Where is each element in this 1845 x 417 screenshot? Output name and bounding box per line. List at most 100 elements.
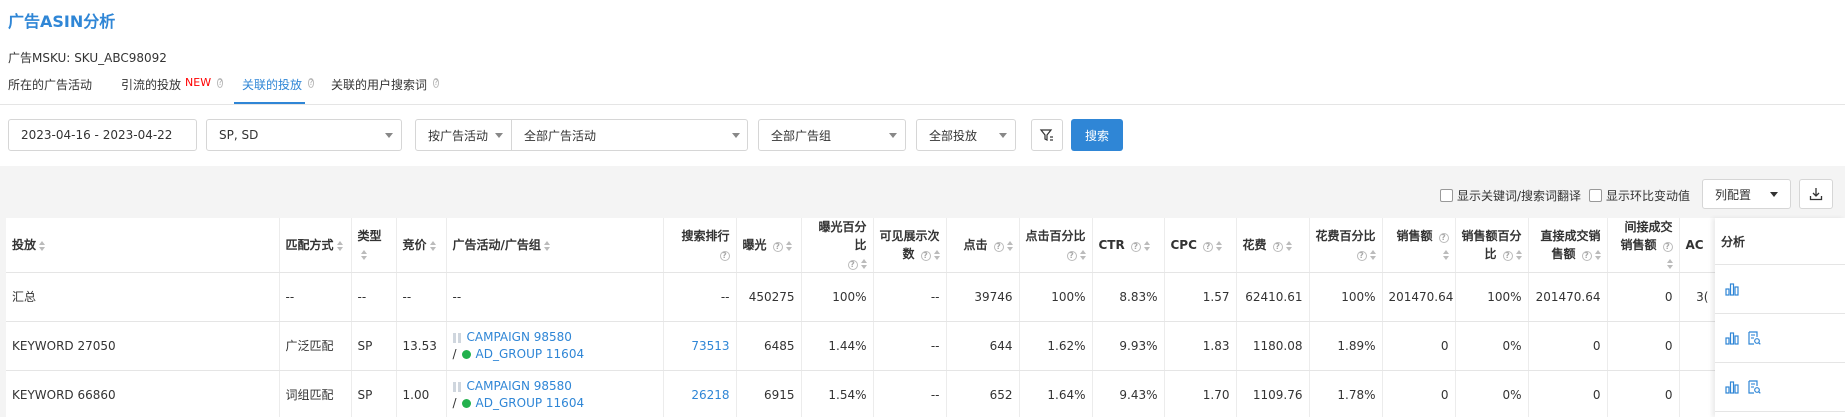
sort-icon[interactable] (1006, 240, 1013, 251)
date-range-picker[interactable]: 2023-04-16 - 2023-04-22 (8, 119, 197, 151)
help-icon[interactable]: ? (1438, 233, 1449, 243)
sort-icon[interactable] (1215, 240, 1222, 251)
col-header-campaign-group[interactable]: 广告活动/广告组 (446, 218, 664, 273)
report-search-icon[interactable] (1747, 380, 1761, 394)
help-icon[interactable]: ? (433, 78, 440, 88)
sort-icon[interactable] (1079, 249, 1086, 260)
col-header-bid[interactable]: 竞价 (396, 218, 447, 273)
ad-type-select[interactable]: SP, SD (206, 119, 402, 151)
col-header-direct-sales[interactable]: 直接成交销售额? (1528, 218, 1608, 273)
col-header-clicks-pct[interactable]: 点击百分比? (1019, 218, 1093, 273)
help-icon[interactable]: ? (847, 260, 858, 270)
report-search-icon[interactable] (1747, 331, 1761, 345)
help-icon[interactable]: ? (920, 251, 931, 261)
sort-icon[interactable] (429, 240, 436, 251)
tab-search-terms[interactable]: 关联的用户搜索词 ? (323, 76, 440, 104)
targeting-select[interactable]: 全部投放 (916, 119, 1016, 151)
help-icon[interactable]: ? (993, 242, 1004, 252)
show-translation-checkbox[interactable] (1440, 188, 1453, 202)
cell-spend: 1109.76 (1236, 370, 1310, 417)
tab-traffic-targeting[interactable]: 引流的投放 NEW ? (113, 76, 224, 104)
show-change-option[interactable]: 显示环比变动值 (1589, 187, 1690, 204)
col-header-search-rank[interactable]: 搜索排行? (663, 218, 737, 273)
col-header-cpc[interactable]: CPC? (1164, 218, 1237, 273)
show-change-checkbox[interactable] (1589, 188, 1603, 202)
ad-group-select[interactable]: 全部广告组 (758, 119, 906, 151)
help-icon[interactable]: ? (719, 251, 730, 261)
sort-icon[interactable] (933, 249, 940, 260)
tab-label: 所在的广告活动 (8, 78, 93, 92)
search-rank-link[interactable]: 73513 (691, 339, 729, 353)
col-header-match-type[interactable]: 匹配方式 (279, 218, 352, 273)
cell-spend-pct: 1.78% (1309, 370, 1383, 417)
help-icon[interactable]: ? (1066, 251, 1077, 261)
bar-chart-icon[interactable] (1725, 282, 1739, 296)
col-header-impressions[interactable]: 曝光? (736, 218, 802, 273)
col-header-targeting[interactable]: 投放 (6, 218, 280, 273)
help-icon[interactable]: ? (772, 242, 783, 252)
help-icon[interactable]: ? (1356, 251, 1367, 261)
sort-icon[interactable] (785, 240, 792, 251)
cell-impressions-pct: 1.44% (801, 321, 874, 371)
cell-clicks-pct: 1.62% (1019, 321, 1093, 371)
col-header-clicks[interactable]: 点击? (946, 218, 1020, 273)
cell-direct-sales: 201470.64 (1528, 272, 1608, 322)
help-icon[interactable]: ? (308, 78, 315, 88)
sort-icon[interactable] (360, 249, 367, 260)
page-title: 广告ASIN分析 (8, 12, 116, 31)
sort-icon[interactable] (39, 240, 46, 251)
campaign-link[interactable]: CAMPAIGN 98580 (467, 379, 572, 393)
help-icon[interactable]: ? (1202, 242, 1213, 252)
cell-targeting: 汇总 (6, 272, 280, 322)
col-header-spend-pct[interactable]: 花费百分比? (1309, 218, 1383, 273)
show-translation-option[interactable]: 显示关键词/搜索词翻译 (1440, 187, 1581, 204)
cell-targeting: KEYWORD 27050 (6, 321, 280, 371)
sort-icon[interactable] (1369, 249, 1376, 260)
col-header-spend[interactable]: 花费? (1236, 218, 1310, 273)
status-dot-icon (461, 399, 471, 408)
col-header-type[interactable]: 类型 (351, 218, 397, 273)
group-by-select[interactable]: 按广告活动 (416, 120, 511, 150)
col-header-visible-impressions[interactable]: 可见展示次数? (873, 218, 947, 273)
campaign-select[interactable]: 全部广告活动 (512, 120, 748, 150)
bar-chart-icon[interactable] (1725, 380, 1739, 394)
sort-icon[interactable] (543, 240, 550, 251)
column-config-select[interactable]: 列配置 (1702, 179, 1791, 209)
advanced-filter-button[interactable] (1031, 119, 1063, 151)
tab-bar: 所在的广告活动 引流的投放 NEW ? 关联的投放 ? 关联的用户搜索词 ? (0, 76, 456, 104)
cell-sales-pct: 0% (1455, 321, 1529, 371)
sort-icon[interactable] (1666, 258, 1673, 269)
sort-icon[interactable] (1143, 240, 1150, 251)
help-icon[interactable]: ? (1272, 242, 1283, 252)
cell-search-rank: -- (663, 272, 737, 322)
bar-chart-icon[interactable] (1725, 331, 1739, 345)
help-icon[interactable]: ? (1581, 251, 1592, 261)
targeting-value: 全部投放 (929, 128, 978, 143)
search-button[interactable]: 搜索 (1071, 119, 1123, 151)
sort-icon[interactable] (860, 258, 867, 269)
col-header-impressions-pct[interactable]: 曝光百分比? (801, 218, 874, 273)
help-icon[interactable]: ? (217, 78, 224, 88)
help-icon[interactable]: ? (1502, 251, 1513, 261)
col-header-sales[interactable]: 销售额? (1382, 218, 1456, 273)
ad-group-link[interactable]: AD_GROUP 11604 (476, 347, 585, 361)
ad-group-link[interactable]: AD_GROUP 11604 (476, 396, 585, 410)
sort-icon[interactable] (1594, 249, 1601, 260)
col-header-ctr[interactable]: CTR? (1092, 218, 1165, 273)
sort-icon[interactable] (1442, 249, 1449, 260)
help-icon[interactable]: ? (1130, 242, 1141, 252)
campaign-link[interactable]: CAMPAIGN 98580 (467, 330, 572, 344)
download-icon (1809, 188, 1823, 201)
col-header-indirect-sales[interactable]: 间接成交销售额? (1607, 218, 1680, 273)
tab-campaigns[interactable]: 所在的广告活动 (0, 76, 95, 104)
tab-related-targeting[interactable]: 关联的投放 ? (234, 76, 315, 104)
sort-icon[interactable] (1285, 240, 1292, 251)
sort-icon[interactable] (1515, 249, 1522, 260)
help-icon[interactable]: ? (1662, 242, 1673, 252)
col-header-sales-pct[interactable]: 销售额百分比? (1455, 218, 1529, 273)
col-header-acos[interactable]: AC (1679, 218, 1716, 273)
sort-icon[interactable] (336, 240, 343, 251)
cell-clicks: 644 (946, 321, 1020, 371)
download-button[interactable] (1799, 179, 1833, 209)
search-rank-link[interactable]: 26218 (691, 388, 729, 402)
